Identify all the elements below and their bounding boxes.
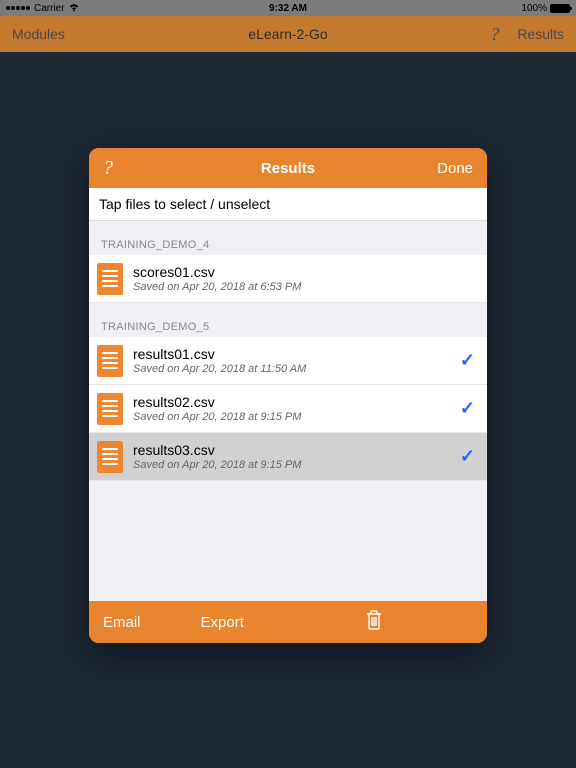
file-name: results01.csv bbox=[133, 346, 460, 362]
modal-overlay: ? Results Done Tap files to select / uns… bbox=[0, 0, 576, 768]
file-info: results03.csv Saved on Apr 20, 2018 at 9… bbox=[133, 442, 460, 471]
file-name: results03.csv bbox=[133, 442, 460, 458]
checkmark-icon: ✓ bbox=[460, 446, 475, 467]
checkmark-icon: ✓ bbox=[460, 398, 475, 419]
file-meta: Saved on Apr 20, 2018 at 11:50 AM bbox=[133, 363, 460, 375]
document-icon bbox=[97, 345, 123, 377]
done-button[interactable]: Done bbox=[437, 160, 473, 177]
file-row[interactable]: results03.csv Saved on Apr 20, 2018 at 9… bbox=[89, 433, 487, 481]
instruction-text: Tap files to select / unselect bbox=[89, 188, 487, 221]
file-meta: Saved on Apr 20, 2018 at 6:53 PM bbox=[133, 281, 475, 293]
file-list[interactable]: TRAINING_DEMO_4 scores01.csv Saved on Ap… bbox=[89, 221, 487, 601]
section-header: TRAINING_DEMO_4 bbox=[89, 221, 487, 255]
file-meta: Saved on Apr 20, 2018 at 9:15 PM bbox=[133, 459, 460, 471]
document-icon bbox=[97, 263, 123, 295]
file-info: results01.csv Saved on Apr 20, 2018 at 1… bbox=[133, 346, 460, 375]
section-header: TRAINING_DEMO_5 bbox=[89, 303, 487, 337]
file-name: scores01.csv bbox=[133, 264, 475, 280]
modal-title: Results bbox=[261, 160, 315, 177]
modal-header: ? Results Done bbox=[89, 148, 487, 188]
email-button[interactable]: Email bbox=[103, 614, 141, 631]
results-modal: ? Results Done Tap files to select / uns… bbox=[89, 148, 487, 643]
file-row[interactable]: results01.csv Saved on Apr 20, 2018 at 1… bbox=[89, 337, 487, 385]
modal-toolbar: Email Export bbox=[89, 601, 487, 643]
file-row[interactable]: results02.csv Saved on Apr 20, 2018 at 9… bbox=[89, 385, 487, 433]
trash-icon[interactable] bbox=[364, 609, 384, 636]
document-icon bbox=[97, 393, 123, 425]
checkmark-icon: ✓ bbox=[460, 350, 475, 371]
export-button[interactable]: Export bbox=[201, 614, 244, 631]
file-meta: Saved on Apr 20, 2018 at 9:15 PM bbox=[133, 411, 460, 423]
file-name: results02.csv bbox=[133, 394, 460, 410]
file-info: scores01.csv Saved on Apr 20, 2018 at 6:… bbox=[133, 264, 475, 293]
file-row[interactable]: scores01.csv Saved on Apr 20, 2018 at 6:… bbox=[89, 255, 487, 303]
file-info: results02.csv Saved on Apr 20, 2018 at 9… bbox=[133, 394, 460, 423]
document-icon bbox=[97, 441, 123, 473]
modal-help-icon[interactable]: ? bbox=[103, 157, 113, 180]
